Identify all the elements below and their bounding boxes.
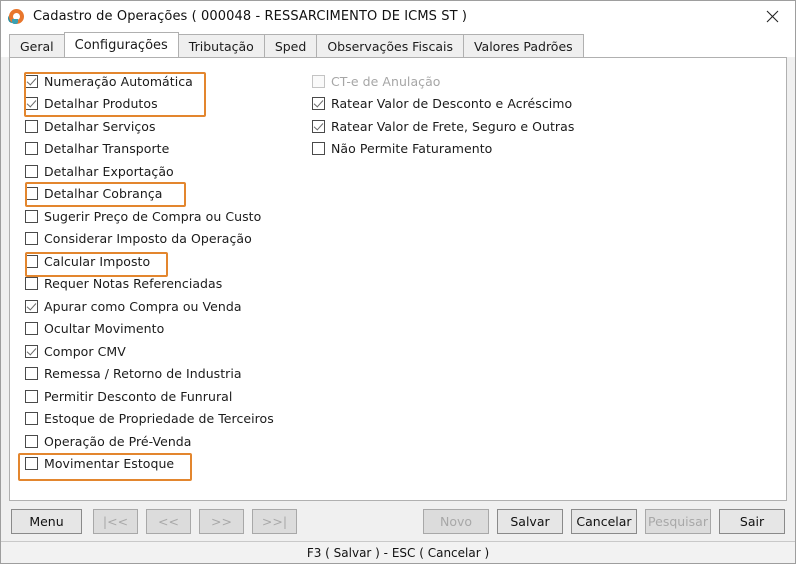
checkbox-label: Ocultar Movimento — [44, 321, 165, 337]
tab-geral[interactable]: Geral — [9, 34, 65, 57]
app-logo-icon — [8, 8, 26, 25]
checkbox-requer-notas-referenciadas[interactable]: Requer Notas Referenciadas — [18, 273, 274, 296]
dialog-window: Cadastro de Operações ( 000048 - RESSARC… — [0, 0, 796, 564]
checkbox-label: Numeração Automática — [44, 73, 193, 89]
checkbox-calcular-imposto[interactable]: Calcular Imposto — [18, 250, 274, 273]
checkbox-label: Detalhar Transporte — [44, 141, 170, 157]
checkbox-box-icon — [25, 119, 38, 133]
checkbox-label: Apurar como Compra ou Venda — [44, 298, 242, 314]
checkbox-label: Estoque de Propriedade de Terceiros — [44, 411, 274, 427]
checkbox-nao-permite-faturamento[interactable]: Não Permite Faturamento — [305, 138, 574, 161]
next-record-button[interactable]: >> — [199, 508, 244, 534]
checkbox-label: Detalhar Serviços — [44, 118, 156, 134]
checkbox-box-icon — [312, 74, 325, 88]
checkbox-box-icon — [312, 97, 325, 111]
checkbox-permitir-desconto-de-funrural[interactable]: Permitir Desconto de Funrural — [18, 385, 274, 408]
checkbox-remessa-retorno-de-industria[interactable]: Remessa / Retorno de Industria — [18, 363, 274, 386]
checkbox-box-icon — [25, 97, 38, 111]
status-bar: F3 ( Salvar ) - ESC ( Cancelar ) — [1, 541, 795, 563]
checkbox-box-icon — [25, 164, 38, 178]
checkbox-label: Detalhar Exportação — [44, 163, 174, 179]
last-record-button[interactable]: >>| — [252, 508, 297, 534]
checkbox-detalhar-produtos[interactable]: Detalhar Produtos — [18, 93, 274, 116]
tab-bar: Geral Configurações Tributação Sped Observaç… — [1, 32, 795, 57]
checkbox-detalhar-servicos[interactable]: Detalhar Serviços — [18, 115, 274, 138]
checkbox-detalhar-exportacao[interactable]: Detalhar Exportação — [18, 160, 274, 183]
checkbox-label: Remessa / Retorno de Industria — [44, 366, 242, 382]
cancelar-button[interactable]: Cancelar — [571, 508, 637, 534]
close-icon[interactable] — [750, 1, 795, 32]
checkbox-label: Ratear Valor de Desconto e Acréscimo — [331, 96, 573, 112]
checkbox-label: Permitir Desconto de Funrural — [44, 388, 233, 404]
checkbox-label: Compor CMV — [44, 343, 126, 359]
checkbox-ratear-valor-de-frete-seguro-e-outras[interactable]: Ratear Valor de Frete, Seguro e Outras — [305, 115, 574, 138]
checkbox-label: Detalhar Cobrança — [44, 186, 163, 202]
checkbox-compor-cmv[interactable]: Compor CMV — [18, 340, 274, 363]
window-title: Cadastro de Operações ( 000048 - RESSARC… — [33, 9, 468, 24]
checkbox-box-icon — [25, 457, 38, 471]
novo-button[interactable]: Novo — [423, 508, 489, 534]
first-record-button[interactable]: |<< — [93, 508, 138, 534]
checkbox-estoque-de-propriedade-de-terceiros[interactable]: Estoque de Propriedade de Terceiros — [18, 408, 274, 431]
checkbox-box-icon — [25, 322, 38, 336]
title-bar: Cadastro de Operações ( 000048 - RESSARC… — [1, 1, 795, 32]
checkbox-ocultar-movimento[interactable]: Ocultar Movimento — [18, 318, 274, 341]
tab-configura-es[interactable]: Configurações — [63, 32, 179, 57]
tab-valores-padr-es[interactable]: Valores Padrões — [462, 34, 584, 57]
checkbox-apurar-como-compra-ou-venda[interactable]: Apurar como Compra ou Venda — [18, 295, 274, 318]
checkbox-label: Requer Notas Referenciadas — [44, 276, 223, 292]
checkbox-detalhar-cobranca[interactable]: Detalhar Cobrança — [18, 183, 274, 206]
tab-panel-configuracoes: Numeração Automática Detalhar Produtos Det… — [9, 57, 787, 501]
checkbox-box-icon — [25, 434, 38, 448]
checkbox-box-icon — [25, 344, 38, 358]
checkbox-numeracao-automatica[interactable]: Numeração Automática — [18, 70, 274, 93]
checkbox-box-icon — [25, 142, 38, 156]
checkbox-box-icon — [312, 119, 325, 133]
options-column-left: Numeração Automática Detalhar Produtos Det… — [18, 70, 274, 481]
status-bar-text: F3 ( Salvar ) - ESC ( Cancelar ) — [306, 545, 490, 560]
checkbox-label: CT-e de Anulação — [331, 73, 441, 89]
checkbox-movimentar-estoque[interactable]: Movimentar Estoque — [18, 453, 274, 476]
checkbox-label: Movimentar Estoque — [44, 456, 175, 472]
pesquisar-button[interactable]: Pesquisar — [645, 508, 711, 534]
checkbox-box-icon — [25, 412, 38, 426]
checkbox-box-icon — [312, 142, 325, 156]
options-column-right: CT-e de Anulação Ratear Valor de Desconto… — [305, 70, 574, 160]
checkbox-sugerir-preco-de-compra-ou-custo[interactable]: Sugerir Preço de Compra ou Custo — [18, 205, 274, 228]
checkbox-operacao-de-pre-venda[interactable]: Operação de Pré-Venda — [18, 430, 274, 453]
checkbox-label: Operação de Pré-Venda — [44, 433, 192, 449]
checkbox-label: Detalhar Produtos — [44, 96, 158, 112]
previous-record-button[interactable]: << — [146, 508, 191, 534]
checkbox-label: Não Permite Faturamento — [331, 141, 493, 157]
button-bar: Menu |<< << >> >>| Novo Salvar Cancelar … — [1, 501, 795, 541]
checkbox-ratear-valor-de-desconto-e-acrescimo[interactable]: Ratear Valor de Desconto e Acréscimo — [305, 93, 574, 116]
checkbox-detalhar-transporte[interactable]: Detalhar Transporte — [18, 138, 274, 161]
menu-button[interactable]: Menu — [11, 508, 82, 534]
sair-button[interactable]: Sair — [719, 508, 785, 534]
checkbox-box-icon — [25, 389, 38, 403]
tab-observa-es-fiscais[interactable]: Observações Fiscais — [316, 34, 464, 57]
checkbox-box-icon — [25, 277, 38, 291]
checkbox-box-icon — [25, 187, 38, 201]
tab-sped[interactable]: Sped — [263, 34, 318, 57]
checkbox-label: Calcular Imposto — [44, 253, 151, 269]
checkbox-box-icon — [25, 209, 38, 223]
checkbox-box-icon — [25, 232, 38, 246]
checkbox-label: Ratear Valor de Frete, Seguro e Outras — [331, 118, 575, 134]
checkbox-considerar-imposto-da-operacao[interactable]: Considerar Imposto da Operação — [18, 228, 274, 251]
checkbox-ct-e-de-anulacao: CT-e de Anulação — [305, 70, 574, 93]
checkbox-box-icon — [25, 254, 38, 268]
salvar-button[interactable]: Salvar — [497, 508, 563, 534]
checkbox-label: Sugerir Preço de Compra ou Custo — [44, 208, 262, 224]
checkbox-box-icon — [25, 367, 38, 381]
checkbox-label: Considerar Imposto da Operação — [44, 231, 252, 247]
checkbox-box-icon — [25, 299, 38, 313]
checkbox-box-icon — [25, 74, 38, 88]
tab-tributa-o[interactable]: Tributação — [177, 34, 265, 57]
